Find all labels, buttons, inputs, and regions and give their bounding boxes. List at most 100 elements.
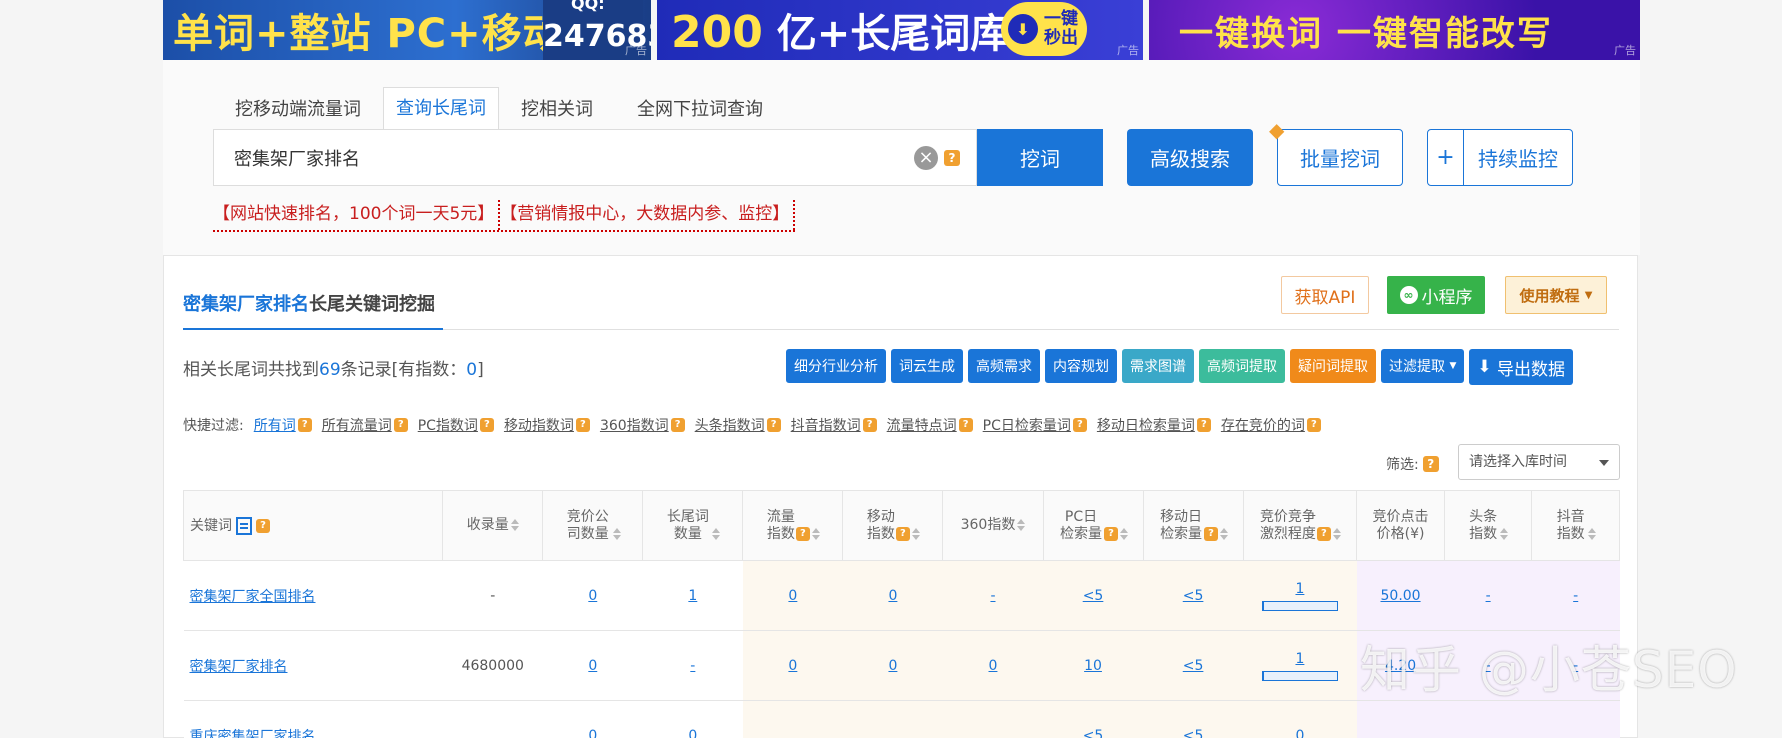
search-input[interactable] — [214, 147, 894, 168]
quick-filter-360-index[interactable]: 360指数词 — [600, 415, 669, 435]
quick-filter-traffic-feature[interactable]: 流量特点词 — [887, 415, 957, 435]
ad-banner-1[interactable]: 单词+整站 PC+移动 QQ: 247683 广告 — [163, 0, 651, 60]
help-icon[interactable]: ? — [393, 418, 408, 432]
clear-icon[interactable]: × — [914, 146, 938, 170]
sort-icon[interactable] — [1333, 528, 1341, 540]
help-icon[interactable]: ? — [958, 418, 973, 432]
dig-button[interactable]: 挖词 — [977, 129, 1103, 186]
ad-banner-3[interactable]: 一键换词 一键智能改写 广告 — [1149, 0, 1640, 60]
promo-link-rank[interactable]: 【网站快速排名，100个词一天5元】 — [213, 200, 498, 230]
help-icon[interactable]: ? — [862, 418, 877, 432]
tutorial-button[interactable]: 使用教程 ▼ — [1505, 276, 1607, 314]
ad-banner-2-pill: ⬇ 一键秒出 — [1001, 2, 1087, 56]
col-mobile-daily[interactable]: 移动日检索量? — [1142, 490, 1244, 561]
high-freq-demand-button[interactable]: 高频需求 — [968, 349, 1040, 383]
copy-icon[interactable] — [236, 516, 252, 535]
col-360-index[interactable]: 360指数 — [942, 490, 1044, 561]
help-icon[interactable]: ? — [1306, 418, 1321, 432]
keyword-link[interactable]: 密集架厂家全国排名 — [190, 589, 316, 605]
ad-banner-2[interactable]: 200 亿+长尾词库 ⬇ 一键秒出 广告 — [657, 0, 1143, 60]
export-data-button[interactable]: ⬇ 导出数据 — [1469, 349, 1574, 385]
sort-icon[interactable] — [511, 519, 519, 531]
help-icon[interactable]: ? — [1204, 526, 1219, 541]
help-icon[interactable]: ? — [1104, 526, 1119, 541]
demand-graph-button[interactable]: 需求图谱 — [1122, 349, 1194, 383]
quick-filter-pc-daily[interactable]: PC日检索量词 — [983, 415, 1071, 435]
tab-related[interactable]: 挖相关词 — [499, 90, 615, 130]
question-extract-button[interactable]: 疑问词提取 — [1290, 349, 1376, 383]
sort-icon[interactable] — [1120, 528, 1128, 540]
sort-icon[interactable] — [1588, 528, 1596, 540]
industry-analysis-button[interactable]: 细分行业分析 — [786, 349, 886, 383]
col-bid-competition[interactable]: 竞价竞争激烈程度? — [1242, 490, 1358, 561]
sort-icon[interactable] — [1017, 519, 1025, 531]
search-tabs: 挖移动端流量词 查询长尾词 挖相关词 全网下拉词查询 — [213, 86, 785, 131]
col-bid-companies[interactable]: 竞价公司数量 — [542, 490, 644, 561]
col-toutiao-index[interactable]: 头条指数 — [1443, 490, 1533, 561]
quick-filter-all[interactable]: 所有词 — [254, 415, 296, 435]
date-filter-select[interactable]: 请选择入库时间 — [1458, 444, 1620, 480]
ad-banner-3-text: 一键换词 一键智能改写 — [1179, 13, 1553, 54]
result-summary: 相关长尾词共找到69条记录[有指数：0] — [183, 360, 484, 380]
help-icon[interactable]: ? — [1316, 526, 1331, 541]
get-api-button[interactable]: 获取API — [1281, 276, 1369, 314]
result-toolbar: 细分行业分析 词云生成 高频需求 内容规划 需求图谱 高频词提取 疑问词提取 过… — [786, 349, 1574, 385]
help-icon[interactable]: ? — [895, 526, 910, 541]
tab-mobile-traffic[interactable]: 挖移动端流量词 — [213, 90, 383, 130]
keyword-link[interactable]: 重庆密集架厂家排名 — [190, 729, 316, 738]
filter-extract-button[interactable]: 过滤提取 ▼ — [1381, 349, 1465, 383]
help-icon[interactable]: ? — [766, 418, 781, 432]
tab-long-tail[interactable]: 查询长尾词 — [383, 87, 499, 131]
keyword-link[interactable]: 密集架厂家排名 — [190, 659, 288, 675]
quick-filter-mobile-index[interactable]: 移动指数词 — [504, 415, 574, 435]
sort-icon[interactable] — [912, 528, 920, 540]
sort-icon[interactable] — [712, 528, 720, 540]
plus-icon: + — [1428, 130, 1464, 185]
quick-filter-pc-index[interactable]: PC指数词 — [418, 415, 478, 435]
help-icon[interactable]: ? — [297, 418, 312, 432]
col-long-tail-count[interactable]: 长尾词数量 — [642, 490, 744, 561]
batch-dig-button[interactable]: 批量挖词 — [1277, 129, 1403, 186]
col-mobile-index[interactable]: 移动指数? — [842, 490, 944, 561]
download-icon: ⬇ — [1008, 14, 1038, 44]
wechat-icon: ∞ — [1399, 286, 1418, 304]
ad-banner-row: 单词+整站 PC+移动 QQ: 247683 广告 200 亿+长尾词库 ⬇ 一… — [163, 0, 1640, 60]
sort-icon[interactable] — [613, 528, 621, 540]
promo-links: 【网站快速排名，100个词一天5元】 【营销情报中心，大数据内参、监控】 — [213, 200, 796, 232]
tab-dropdown[interactable]: 全网下拉词查询 — [615, 90, 785, 130]
col-indexed[interactable]: 收录量 — [442, 490, 544, 561]
high-freq-extract-button[interactable]: 高频词提取 — [1199, 349, 1285, 383]
table-row: 密集架厂家全国排名 - 0 1 0 0 - <5 <5 1 50.00 - - — [183, 560, 1620, 631]
help-icon[interactable]: ? — [575, 418, 590, 432]
help-icon[interactable]: ? — [670, 418, 685, 432]
help-icon[interactable]: ? — [1422, 456, 1439, 472]
sort-icon[interactable] — [1500, 528, 1508, 540]
promo-link-intel[interactable]: 【营销情报中心，大数据内参、监控】 — [498, 200, 796, 230]
filter-label: 筛选:? — [1386, 454, 1439, 474]
panel-title: 密集架厂家排名长尾关键词挖掘 — [183, 294, 435, 315]
col-pc-daily[interactable]: PC日检索量? — [1042, 490, 1144, 561]
monitor-button[interactable]: + 持续监控 — [1427, 129, 1573, 186]
quick-filter-toutiao-index[interactable]: 头条指数词 — [695, 415, 765, 435]
content-planning-button[interactable]: 内容规划 — [1045, 349, 1117, 383]
col-douyin-index[interactable]: 抖音指数 — [1531, 490, 1620, 561]
col-traffic-index[interactable]: 流量指数? — [742, 490, 844, 561]
help-icon[interactable]: ? — [256, 518, 270, 533]
quick-filter-bidding[interactable]: 存在竞价的词 — [1221, 415, 1305, 435]
sort-icon[interactable] — [1220, 528, 1228, 540]
ad-banner-1-text: 单词+整站 PC+移动 — [173, 11, 564, 57]
download-icon: ⬇ — [1477, 357, 1492, 377]
col-bid-price[interactable]: 竞价点击价格(¥) — [1356, 490, 1445, 561]
help-icon[interactable]: ? — [795, 526, 810, 541]
quick-filter-mobile-daily[interactable]: 移动日检索量词 — [1097, 415, 1195, 435]
sort-icon[interactable] — [812, 528, 820, 540]
help-icon[interactable]: ? — [479, 418, 494, 432]
help-icon[interactable]: ? — [1196, 418, 1211, 432]
quick-filter-douyin-index[interactable]: 抖音指数词 — [791, 415, 861, 435]
mini-program-button[interactable]: ∞ 小程序 — [1387, 276, 1485, 314]
quick-filter-traffic[interactable]: 所有流量词 — [322, 415, 392, 435]
help-icon[interactable]: ? — [944, 150, 960, 166]
word-cloud-button[interactable]: 词云生成 — [891, 349, 963, 383]
advanced-search-button[interactable]: 高级搜索 — [1127, 129, 1253, 186]
help-icon[interactable]: ? — [1072, 418, 1087, 432]
